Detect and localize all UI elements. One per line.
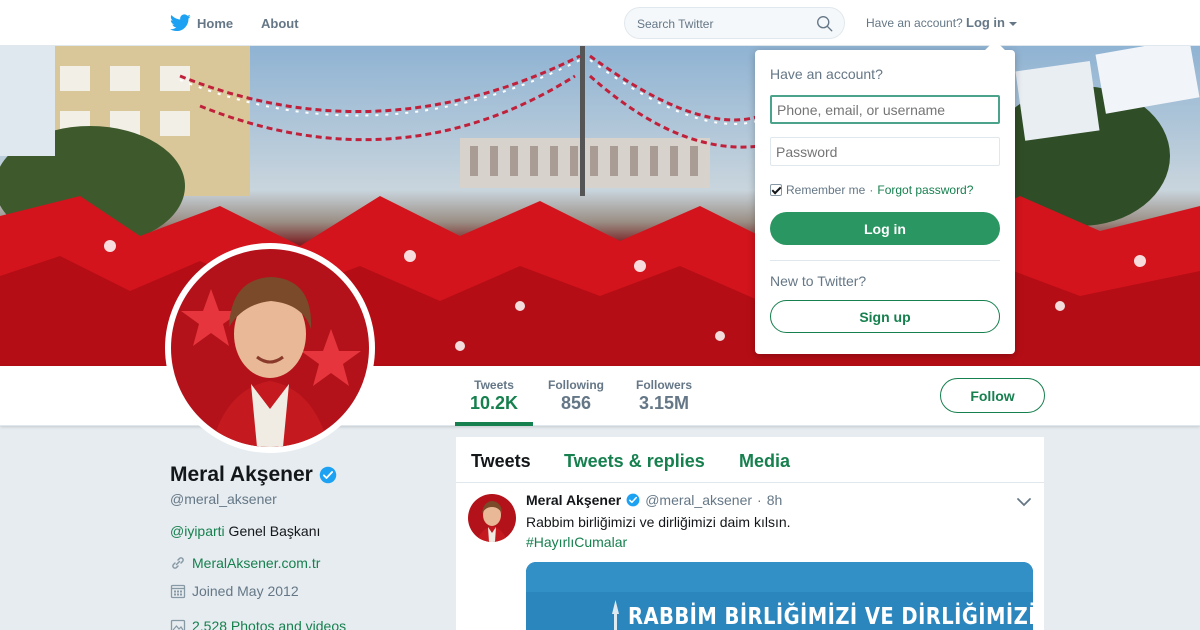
tweet-time[interactable]: 8h	[767, 492, 783, 508]
remember-row: Remember me · Forgot password?	[770, 183, 973, 197]
stat-followers-label: Followers	[636, 378, 693, 392]
login-dropdown: Have an account? Remember me · Forgot pa…	[755, 40, 1015, 354]
profile-handle[interactable]: @meral_aksener	[170, 491, 277, 507]
forgot-password-link[interactable]: Forgot password?	[877, 183, 973, 197]
search-placeholder: Search Twitter	[637, 17, 714, 31]
stat-tweets-value: 10.2K	[470, 393, 519, 413]
tweet-header: Meral Akşener @meral_aksener · 8h	[526, 492, 782, 508]
active-stat-underline	[455, 422, 533, 426]
signup-button[interactable]: Sign up	[770, 300, 1000, 333]
login-button[interactable]: Log in	[770, 212, 1000, 245]
tweet-media-caption: RABBİM BİRLİĞİMİZİ VE DİRLİĞİMİZİ DAİM K…	[628, 604, 1033, 630]
login-toggle-label: Log in	[966, 15, 1005, 30]
stat-tweets[interactable]: Tweets 10.2K	[470, 378, 518, 414]
profile-bio: @iyiparti Genel Başkanı	[170, 523, 320, 539]
have-account-text: Have an account?	[866, 16, 963, 30]
stat-following-value: 856	[560, 393, 592, 413]
dropdown-title: Have an account?	[770, 66, 883, 82]
profile-name[interactable]: Meral Akşener	[170, 463, 313, 487]
follow-button[interactable]: Follow	[940, 378, 1045, 413]
remember-separator: ·	[869, 183, 874, 197]
search-icon[interactable]	[816, 15, 833, 32]
search-input[interactable]: Search Twitter	[624, 7, 845, 39]
verified-icon	[319, 466, 337, 484]
tweet-author-handle[interactable]: @meral_aksener	[645, 492, 752, 508]
username-field[interactable]	[770, 95, 1000, 124]
stat-following-label: Following	[548, 378, 604, 392]
joined-date: Joined May 2012	[192, 583, 299, 599]
nav-home-link[interactable]: Home	[170, 12, 233, 34]
login-dropdown-toggle[interactable]: Log in	[966, 15, 1017, 30]
nav-about-link[interactable]: About	[261, 16, 299, 31]
caret-down-icon	[1008, 21, 1017, 26]
chevron-down-icon[interactable]	[1016, 496, 1032, 508]
dropdown-divider	[770, 260, 1000, 261]
tweet-item[interactable]: Meral Akşener @meral_aksener · 8h Rabbim…	[456, 484, 1044, 630]
profile-website: MeralAksener.com.tr	[170, 555, 320, 571]
link-icon	[172, 557, 184, 569]
photos-link[interactable]: 2,528 Photos and videos	[192, 618, 346, 630]
profile-name-row: Meral Akşener	[170, 463, 337, 487]
tab-tweets-replies[interactable]: Tweets & replies	[564, 451, 705, 472]
tweet-hashtag[interactable]: #HayırlıCumalar	[526, 534, 627, 550]
avatar-image	[171, 249, 369, 447]
bio-text: Genel Başkanı	[224, 523, 321, 539]
stat-followers-value: 3.15M	[638, 393, 690, 413]
bio-mention-link[interactable]: @iyiparti	[170, 523, 225, 539]
tweet-media-image[interactable]: RABBİM BİRLİĞİMİZİ VE DİRLİĞİMİZİ DAİM K…	[526, 562, 1033, 630]
remember-checkbox[interactable]	[770, 184, 782, 196]
tweet-text: Rabbim birliğimizi ve dirliğimizi daim k…	[526, 514, 791, 530]
remember-label: Remember me	[786, 183, 866, 197]
stat-following[interactable]: Following 856	[548, 378, 604, 414]
timeline-tabs: Tweets Tweets & replies Media	[456, 437, 1044, 483]
new-to-twitter-text: New to Twitter?	[770, 273, 867, 289]
top-navigation-bar: Home About Search Twitter Have an accoun…	[0, 0, 1200, 46]
timeline: Tweets Tweets & replies Media Meral Akşe…	[456, 437, 1044, 630]
tweet-avatar[interactable]	[468, 494, 516, 542]
tab-media[interactable]: Media	[739, 451, 790, 472]
password-field[interactable]	[770, 137, 1000, 166]
profile-photos: 2,528 Photos and videos	[170, 618, 346, 630]
twitter-bird-icon	[170, 14, 191, 32]
calendar-icon	[170, 584, 186, 599]
photo-icon	[170, 619, 186, 630]
website-link[interactable]: MeralAksener.com.tr	[192, 555, 320, 571]
tweet-author-name[interactable]: Meral Akşener	[526, 492, 621, 508]
tweet-separator: ·	[757, 492, 762, 508]
profile-avatar[interactable]	[165, 243, 375, 453]
tweet-avatar-image	[468, 494, 516, 542]
tab-tweets[interactable]: Tweets	[471, 451, 531, 472]
stat-followers[interactable]: Followers 3.15M	[636, 378, 692, 414]
verified-icon	[626, 493, 640, 507]
stat-tweets-label: Tweets	[474, 378, 514, 392]
profile-joined: Joined May 2012	[170, 583, 299, 599]
nav-home-label: Home	[197, 15, 234, 31]
